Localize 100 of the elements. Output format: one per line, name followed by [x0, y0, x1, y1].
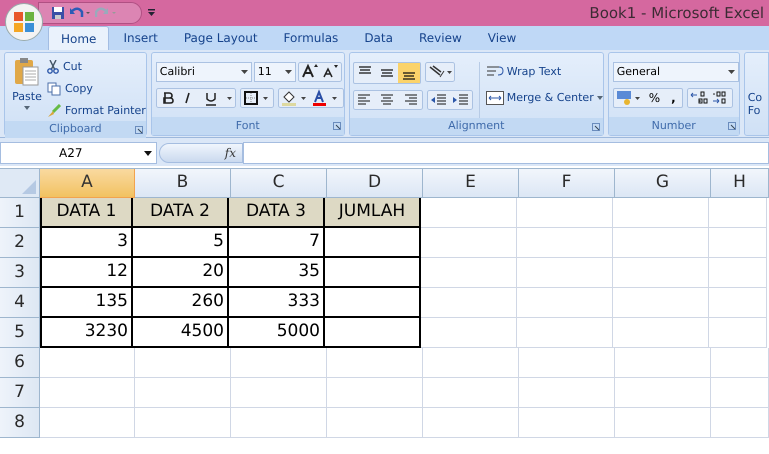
dialog-launcher-icon[interactable] [332, 122, 341, 130]
column-header[interactable]: F [519, 169, 615, 198]
ribbon-tab[interactable]: Formulas [272, 26, 350, 50]
column-header[interactable]: G [615, 169, 711, 198]
cell[interactable]: 4500 [133, 318, 229, 348]
percent-button[interactable]: % [644, 89, 666, 107]
dropdown-arrow-icon [728, 70, 735, 74]
dropdown-arrow-icon [284, 70, 292, 74]
merge-center-button[interactable]: Merge & Center [486, 88, 603, 108]
font-name-value: Calibri [160, 64, 195, 80]
dropdown-arrow-icon [144, 150, 152, 156]
cell[interactable]: 260 [133, 288, 229, 318]
select-all-corner[interactable] [0, 169, 40, 198]
ribbon-tab[interactable]: Review [406, 26, 474, 50]
cell[interactable]: 5 [133, 228, 229, 258]
format-painter-button[interactable]: Format Painter [47, 101, 146, 121]
horizontal-align-icon[interactable] [352, 90, 423, 110]
cell-reference: A27 [59, 145, 82, 162]
align-lines-icon [402, 72, 415, 80]
wrap-text-button[interactable]: Wrap Text [486, 62, 603, 82]
group-label: Font [236, 118, 260, 134]
dialog-launcher-icon[interactable] [134, 126, 143, 134]
group-label: Clipboard [49, 121, 102, 137]
caret-icon [596, 96, 603, 100]
align-lines-icon [380, 69, 393, 77]
cell[interactable]: DATA 3 [229, 198, 325, 228]
font-size-value: 11 [258, 64, 272, 80]
office-logo-icon [13, 11, 35, 33]
copy-button[interactable]: Copy [47, 79, 146, 99]
indent-icon[interactable] [426, 90, 473, 110]
cut-button[interactable]: Cut [47, 57, 146, 77]
cell[interactable]: DATA 1 [40, 198, 133, 228]
cell[interactable] [325, 258, 421, 288]
ribbon-tab[interactable]: Insert [111, 26, 170, 50]
ribbon-tab[interactable]: Home [48, 26, 110, 50]
clipboard-icon [14, 57, 40, 87]
cell[interactable] [325, 318, 421, 348]
dropdown-arrow-icon [240, 70, 248, 74]
scissors-icon [47, 60, 59, 74]
cell[interactable]: 135 [40, 288, 133, 318]
cell[interactable]: JUMLAH [325, 198, 421, 228]
merge-cells-icon [486, 91, 504, 105]
cell[interactable]: 7 [229, 228, 325, 258]
caret-icon [24, 106, 30, 110]
row-header[interactable]: 3 [0, 258, 40, 288]
cell[interactable]: 12 [40, 258, 133, 288]
button-label: Fo [748, 104, 762, 117]
save-icon[interactable] [51, 6, 65, 20]
row-header[interactable]: 2 [0, 228, 40, 258]
column-header[interactable]: E [423, 169, 519, 198]
vertical-align-button[interactable] [398, 63, 420, 83]
triangle-icon [22, 180, 36, 194]
align-lines-icon [358, 66, 371, 74]
cell[interactable]: 20 [133, 258, 229, 288]
cell[interactable]: DATA 2 [133, 198, 229, 228]
cell[interactable]: 5000 [229, 318, 325, 348]
font-name-dropdown[interactable]: Calibri [156, 62, 252, 82]
fill-and-font-color-icon[interactable] [278, 88, 344, 108]
number-format-value: General [616, 64, 660, 80]
row-header[interactable]: 8 [0, 408, 40, 438]
cell[interactable]: 3230 [40, 318, 133, 348]
cell[interactable]: 3 [40, 228, 133, 258]
group-label: Number [652, 118, 696, 134]
comma-button[interactable]: , [665, 89, 682, 107]
row-header[interactable]: 5 [0, 318, 40, 348]
column-header[interactable]: A [40, 169, 135, 198]
grow-font-icon[interactable] [298, 62, 342, 82]
orientation-icon[interactable] [424, 62, 455, 82]
borders-icon[interactable] [240, 88, 274, 108]
column-header[interactable]: B [135, 169, 231, 198]
font-size-dropdown[interactable]: 11 [254, 62, 296, 82]
cell[interactable] [325, 228, 421, 258]
column-header[interactable]: C [231, 169, 327, 198]
dialog-launcher-icon[interactable] [592, 123, 600, 131]
row-header[interactable]: 1 [0, 198, 40, 228]
column-header[interactable]: D [327, 169, 423, 198]
customize-toolbar-icon[interactable] [148, 9, 155, 17]
ribbon-tab[interactable]: View [476, 26, 528, 50]
button-label: Co [748, 91, 764, 104]
window-title: Book1 - Microsoft Excel [589, 2, 764, 24]
row-header[interactable]: 7 [0, 378, 40, 408]
cell[interactable]: 333 [229, 288, 325, 318]
row-header[interactable]: 6 [0, 348, 40, 378]
decimal-places-icon[interactable] [686, 88, 733, 108]
dialog-launcher-icon[interactable] [728, 122, 736, 130]
text-style-buttons-icon[interactable] [156, 88, 236, 108]
formula-input[interactable] [243, 142, 769, 164]
column-header[interactable]: H [711, 169, 769, 198]
ribbon-tab[interactable]: Page Layout [172, 26, 270, 50]
redo-icon[interactable] [95, 6, 117, 20]
number-format-dropdown[interactable]: General [612, 62, 739, 82]
cell[interactable] [325, 288, 421, 318]
row-header[interactable]: 4 [0, 288, 40, 318]
ribbon-tab[interactable]: Data [352, 26, 405, 50]
cell[interactable]: 35 [229, 258, 325, 288]
group-label: Alignment [448, 118, 504, 134]
insert-function-button[interactable]: fx [224, 144, 236, 162]
name-box[interactable]: A27 [0, 142, 157, 164]
paste-button[interactable]: Paste [7, 53, 47, 121]
paintbrush-icon [47, 104, 61, 118]
